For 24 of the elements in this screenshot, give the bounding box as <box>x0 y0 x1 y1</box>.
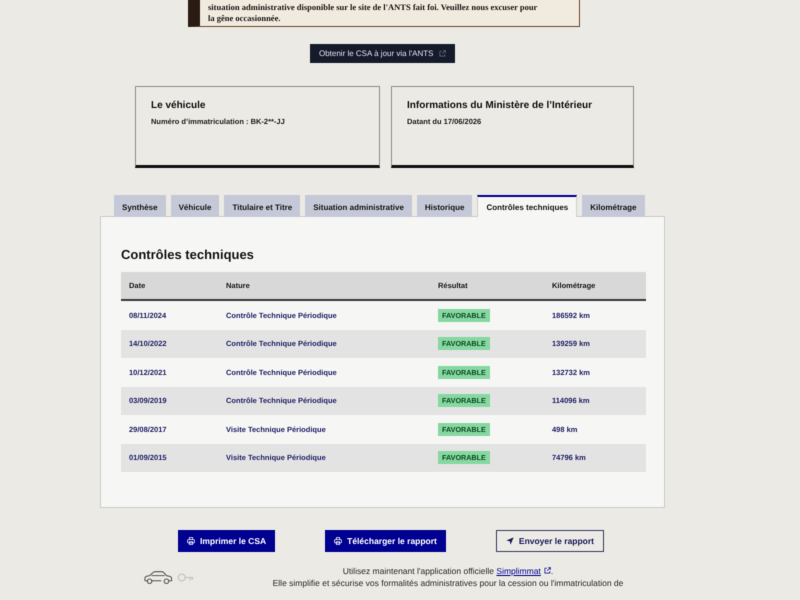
footer-text: Utilisez maintenant l'application officielle Simplimmat . <box>342 566 554 577</box>
tab[interactable]: Synthèse <box>114 195 166 217</box>
card-title: Le véhicule <box>151 100 206 111</box>
ants-button[interactable]: Obtenir le CSA à jour via l'ANTS <box>310 44 456 63</box>
footer-text: Elle simplifie et sécurise vos formalités administratives pour la cession ou l'immatriculation de <box>272 578 624 589</box>
card-title: Informations du Ministère de l’Intérieur <box>407 100 594 111</box>
alert-text: situation administrative disponible sur le site de l'ANTS fait foi. Veuillez nous excuser pour la gêne occasionnée. <box>208 2 538 23</box>
section-title: Contrôles techniques <box>121 247 255 262</box>
external-link-icon <box>544 567 551 574</box>
tab[interactable]: Historique <box>416 195 472 217</box>
tab[interactable]: Contrôles techniques <box>477 195 578 217</box>
printer-icon <box>334 537 342 545</box>
tab[interactable]: Kilométrage <box>582 195 644 217</box>
external-link-icon <box>439 50 446 57</box>
tab[interactable]: Titulaire et Titre <box>224 195 300 217</box>
tab[interactable]: Situation administrative <box>305 195 412 217</box>
send-icon <box>506 537 514 545</box>
printer-icon <box>187 537 195 545</box>
print-button[interactable]: Imprimer le CSA <box>178 530 276 552</box>
car-icon <box>143 570 173 584</box>
send-button[interactable]: Envoyer le rapport <box>496 530 604 552</box>
download-button[interactable]: Télécharger le rapport <box>325 530 446 552</box>
tab[interactable]: Véhicule <box>170 195 220 217</box>
simplimmat-link[interactable]: Simplimmat <box>496 566 551 576</box>
